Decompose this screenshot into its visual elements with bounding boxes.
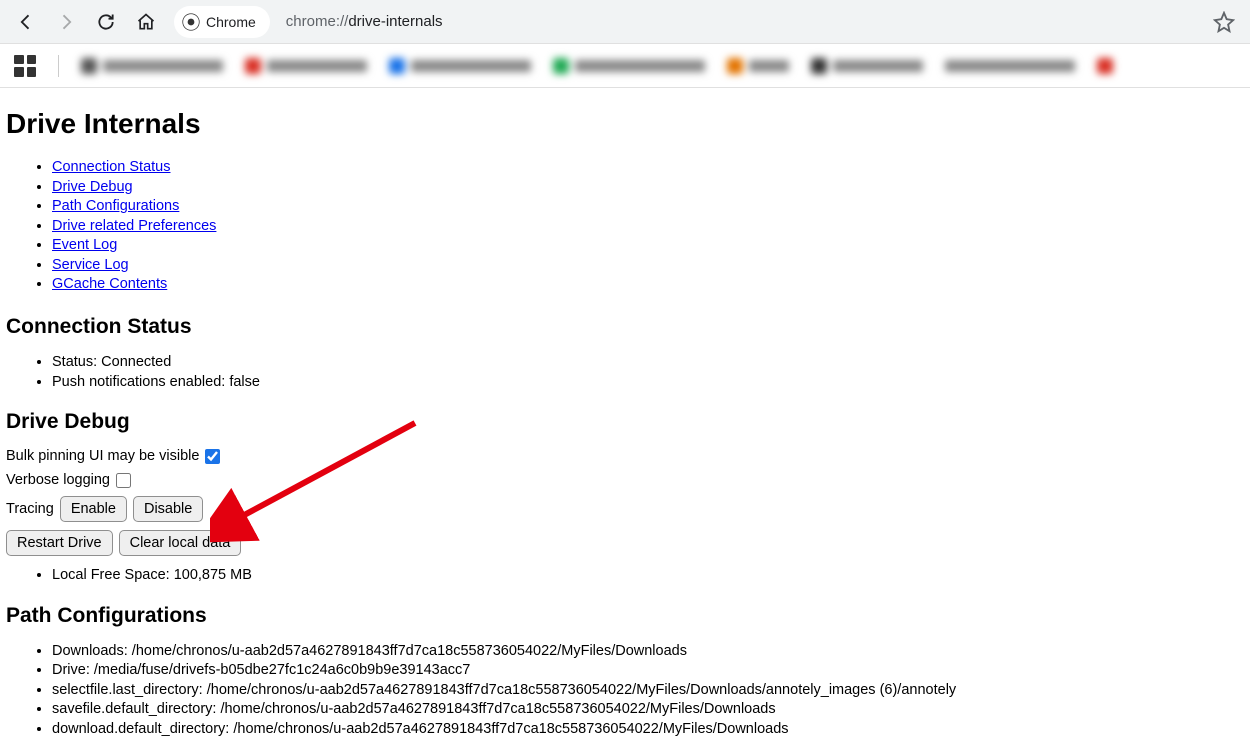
apps-icon[interactable] [14, 55, 36, 77]
paths-heading: Path Configurations [6, 604, 1244, 628]
forward-button[interactable] [50, 6, 82, 38]
verbose-row: Verbose logging [6, 472, 1244, 488]
toc-link[interactable]: GCache Contents [52, 276, 167, 292]
restart-clear-row: Restart Drive Clear local data [6, 530, 1244, 556]
bookmark-separator [58, 55, 59, 77]
bookmark-item[interactable] [727, 55, 789, 77]
page-title: Drive Internals [6, 108, 1244, 140]
table-of-contents: Connection Status Drive Debug Path Confi… [52, 158, 1244, 295]
tracing-row: Tracing Enable Disable [6, 496, 1244, 522]
chrome-icon [182, 13, 200, 31]
disable-button[interactable]: Disable [133, 496, 203, 522]
bookmark-item[interactable] [1097, 55, 1113, 77]
tracing-label: Tracing [6, 501, 54, 517]
path-item: Drive: /media/fuse/drivefs-b05dbe27fc1c2… [52, 661, 1244, 681]
bulk-pinning-checkbox[interactable] [205, 449, 220, 464]
toc-link[interactable]: Service Log [52, 257, 129, 273]
bookmark-star-button[interactable] [1208, 6, 1240, 38]
enable-button[interactable]: Enable [60, 496, 127, 522]
bookmark-item[interactable] [553, 55, 705, 77]
bulk-pinning-row: Bulk pinning UI may be visible [6, 448, 1244, 464]
verbose-label: Verbose logging [6, 472, 110, 488]
toc-link[interactable]: Connection Status [52, 159, 171, 175]
bulk-pinning-label: Bulk pinning UI may be visible [6, 448, 199, 464]
home-button[interactable] [130, 6, 162, 38]
path-item: download.default_directory: /home/chrono… [52, 720, 1244, 740]
browser-toolbar: Chrome chrome://drive-internals [0, 0, 1250, 44]
clear-local-data-button[interactable]: Clear local data [119, 530, 242, 556]
bookmark-item[interactable] [81, 55, 223, 77]
bookmark-item[interactable] [245, 55, 367, 77]
free-space-item: Local Free Space: 100,875 MB [52, 566, 1244, 586]
path-item: savefile.default_directory: /home/chrono… [52, 700, 1244, 720]
reload-button[interactable] [90, 6, 122, 38]
debug-heading: Drive Debug [6, 410, 1244, 434]
bookmark-item[interactable] [811, 55, 923, 77]
toc-link[interactable]: Event Log [52, 237, 117, 253]
status-item: Push notifications enabled: false [52, 373, 1244, 393]
status-item: Status: Connected [52, 353, 1244, 373]
connection-heading: Connection Status [6, 315, 1244, 339]
bookmarks-bar [0, 44, 1250, 88]
chrome-pill: Chrome [174, 6, 270, 38]
url-main: drive-internals [348, 13, 442, 30]
bookmark-item[interactable] [389, 55, 531, 77]
paths-list: Downloads: /home/chronos/u-aab2d57a46278… [52, 642, 1244, 740]
bookmark-item[interactable] [945, 55, 1075, 77]
url-prefix: chrome:// [286, 13, 349, 30]
toc-link[interactable]: Path Configurations [52, 198, 179, 214]
chrome-label: Chrome [206, 14, 256, 30]
toc-link[interactable]: Drive Debug [52, 179, 133, 195]
verbose-checkbox[interactable] [116, 473, 131, 488]
path-item: selectfile.last_directory: /home/chronos… [52, 681, 1244, 701]
connection-status-list: Status: Connected Push notifications ena… [52, 353, 1244, 392]
toc-link[interactable]: Drive related Preferences [52, 218, 216, 234]
free-space-list: Local Free Space: 100,875 MB [52, 566, 1244, 586]
back-button[interactable] [10, 6, 42, 38]
address-bar[interactable]: chrome://drive-internals [278, 6, 1200, 38]
path-item: Downloads: /home/chronos/u-aab2d57a46278… [52, 642, 1244, 662]
restart-drive-button[interactable]: Restart Drive [6, 530, 113, 556]
page-content: Drive Internals Connection Status Drive … [0, 88, 1250, 745]
